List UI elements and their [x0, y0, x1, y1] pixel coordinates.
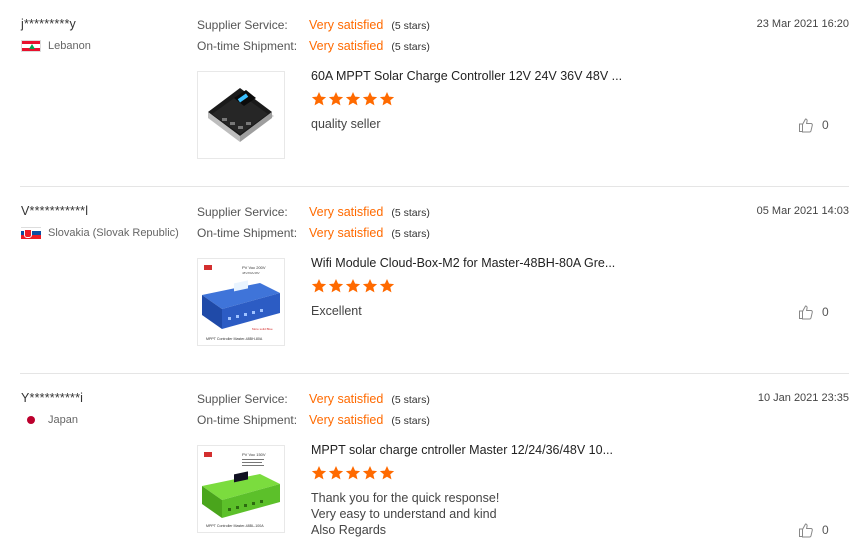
like-count: 0: [822, 305, 829, 319]
review-date: 05 Mar 2021 14:03: [756, 205, 849, 217]
supplier-service-stars: (5 stars): [391, 394, 430, 406]
ontime-shipment-rating: On-time Shipment: Very satisfied (5 star…: [197, 39, 430, 53]
review-date: 23 Mar 2021 16:20: [756, 18, 849, 30]
product-title-link[interactable]: Wifi Module Cloud-Box-M2 for Master-48BH…: [311, 256, 615, 270]
supplier-service-rating: Supplier Service: Very satisfied (5 star…: [197, 18, 430, 32]
star-icon: [345, 92, 361, 106]
star-icon: [311, 92, 327, 106]
thumb-spec2-text: 48V/80A/48V: [242, 271, 260, 275]
country-name: Japan: [48, 414, 78, 426]
review-comment: quality seller: [311, 116, 380, 132]
reviewer-country: Lebanon: [21, 40, 91, 52]
ontime-shipment-value: Very satisfied: [309, 39, 384, 53]
supplier-service-stars: (5 stars): [391, 20, 430, 32]
country-name: Lebanon: [48, 40, 91, 52]
product-title-link[interactable]: 60A MPPT Solar Charge Controller 12V 24V…: [311, 69, 622, 83]
product-image: PV Voc 200V 48V/80A/48V More solid Blue …: [198, 259, 284, 345]
thumb-caption-text: MPPT Controller Master-48BH-80A: [206, 337, 263, 341]
review-date: 10 Jan 2021 23:35: [757, 392, 849, 404]
star-icon: [379, 92, 395, 106]
supplier-service-rating: Supplier Service: Very satisfied (5 star…: [197, 392, 430, 406]
star-icon: [328, 466, 344, 480]
thumbs-up-icon: [799, 118, 813, 133]
star-icon: [311, 466, 327, 480]
star-icon: [345, 466, 361, 480]
review-item: Y**********i Japan Supplier Service: Ver…: [0, 374, 865, 553]
country-name: Slovakia (Slovak Republic): [48, 227, 179, 239]
comment-line: quality seller: [311, 117, 381, 131]
reviewer-name: V***********l: [21, 204, 89, 218]
like-button[interactable]: 0: [798, 522, 829, 538]
comment-line: Excellent: [311, 304, 362, 318]
review-comment: Excellent: [311, 303, 362, 319]
supplier-service-value: Very satisfied: [309, 392, 384, 406]
supplier-service-label: Supplier Service:: [197, 18, 288, 32]
thumb-caption-text: MPPT Controller Master-48BL-100A: [206, 524, 264, 528]
star-icon: [362, 279, 378, 293]
star-icon: [328, 92, 344, 106]
ontime-shipment-stars: (5 stars): [391, 415, 430, 427]
ontime-shipment-value: Very satisfied: [309, 226, 384, 240]
thumb-note-text: More solid Blue: [252, 327, 273, 331]
ontime-shipment-stars: (5 stars): [391, 41, 430, 53]
slovakia-flag-icon: [21, 227, 41, 239]
japan-flag-icon: [21, 414, 41, 426]
product-title-link[interactable]: MPPT solar charge cntroller Master 12/24…: [311, 443, 613, 457]
reviewer-country: Japan: [21, 414, 78, 426]
like-button[interactable]: 0: [798, 304, 829, 320]
thumbs-up-icon: [799, 305, 813, 320]
ontime-shipment-label: On-time Shipment:: [197, 226, 298, 240]
star-icon: [362, 92, 378, 106]
product-image: [198, 72, 284, 158]
review-star-rating: [311, 91, 395, 107]
review-item: j*********y Lebanon Supplier Service: Ve…: [0, 0, 865, 186]
supplier-service-rating: Supplier Service: Very satisfied (5 star…: [197, 205, 430, 219]
ontime-shipment-label: On-time Shipment:: [197, 39, 298, 53]
reviewer-country: Slovakia (Slovak Republic): [21, 227, 179, 239]
ontime-shipment-rating: On-time Shipment: Very satisfied (5 star…: [197, 226, 430, 240]
product-thumbnail[interactable]: PV Voc 200V 48V/80A/48V More solid Blue …: [197, 258, 285, 346]
supplier-service-stars: (5 stars): [391, 207, 430, 219]
thumbs-up-icon: [799, 523, 813, 538]
ontime-shipment-rating: On-time Shipment: Very satisfied (5 star…: [197, 413, 430, 427]
comment-line: Thank you for the quick response!: [311, 491, 500, 505]
like-button[interactable]: 0: [798, 117, 829, 133]
supplier-service-value: Very satisfied: [309, 18, 384, 32]
comment-line: Very easy to understand and kind: [311, 507, 497, 521]
supplier-service-label: Supplier Service:: [197, 205, 288, 219]
supplier-service-label: Supplier Service:: [197, 392, 288, 406]
star-icon: [362, 466, 378, 480]
product-thumbnail[interactable]: PV Voc 150V MPPT Controller Master-48BL-…: [197, 445, 285, 533]
review-item: V***********l Slovakia (Slovak Republic)…: [0, 187, 865, 373]
review-star-rating: [311, 278, 395, 294]
star-icon: [328, 279, 344, 293]
thumb-spec-text: PV Voc 150V: [242, 452, 266, 457]
ontime-shipment-value: Very satisfied: [309, 413, 384, 427]
like-count: 0: [822, 118, 829, 132]
comment-line: Also Regards: [311, 523, 387, 537]
reviewer-name: Y**********i: [21, 391, 84, 405]
ontime-shipment-stars: (5 stars): [391, 228, 430, 240]
product-thumbnail[interactable]: [197, 71, 285, 159]
review-star-rating: [311, 465, 395, 481]
like-count: 0: [822, 523, 829, 537]
star-icon: [311, 279, 327, 293]
star-icon: [379, 279, 395, 293]
star-icon: [345, 279, 361, 293]
star-icon: [379, 466, 395, 480]
reviewer-name: j*********y: [21, 17, 77, 31]
review-comment: Thank you for the quick response! Very e…: [311, 490, 499, 538]
thumb-spec-text: PV Voc 200V: [242, 265, 266, 270]
lebanon-flag-icon: [21, 40, 41, 52]
supplier-service-value: Very satisfied: [309, 205, 384, 219]
product-image: PV Voc 150V MPPT Controller Master-48BL-…: [198, 446, 284, 532]
ontime-shipment-label: On-time Shipment:: [197, 413, 298, 427]
